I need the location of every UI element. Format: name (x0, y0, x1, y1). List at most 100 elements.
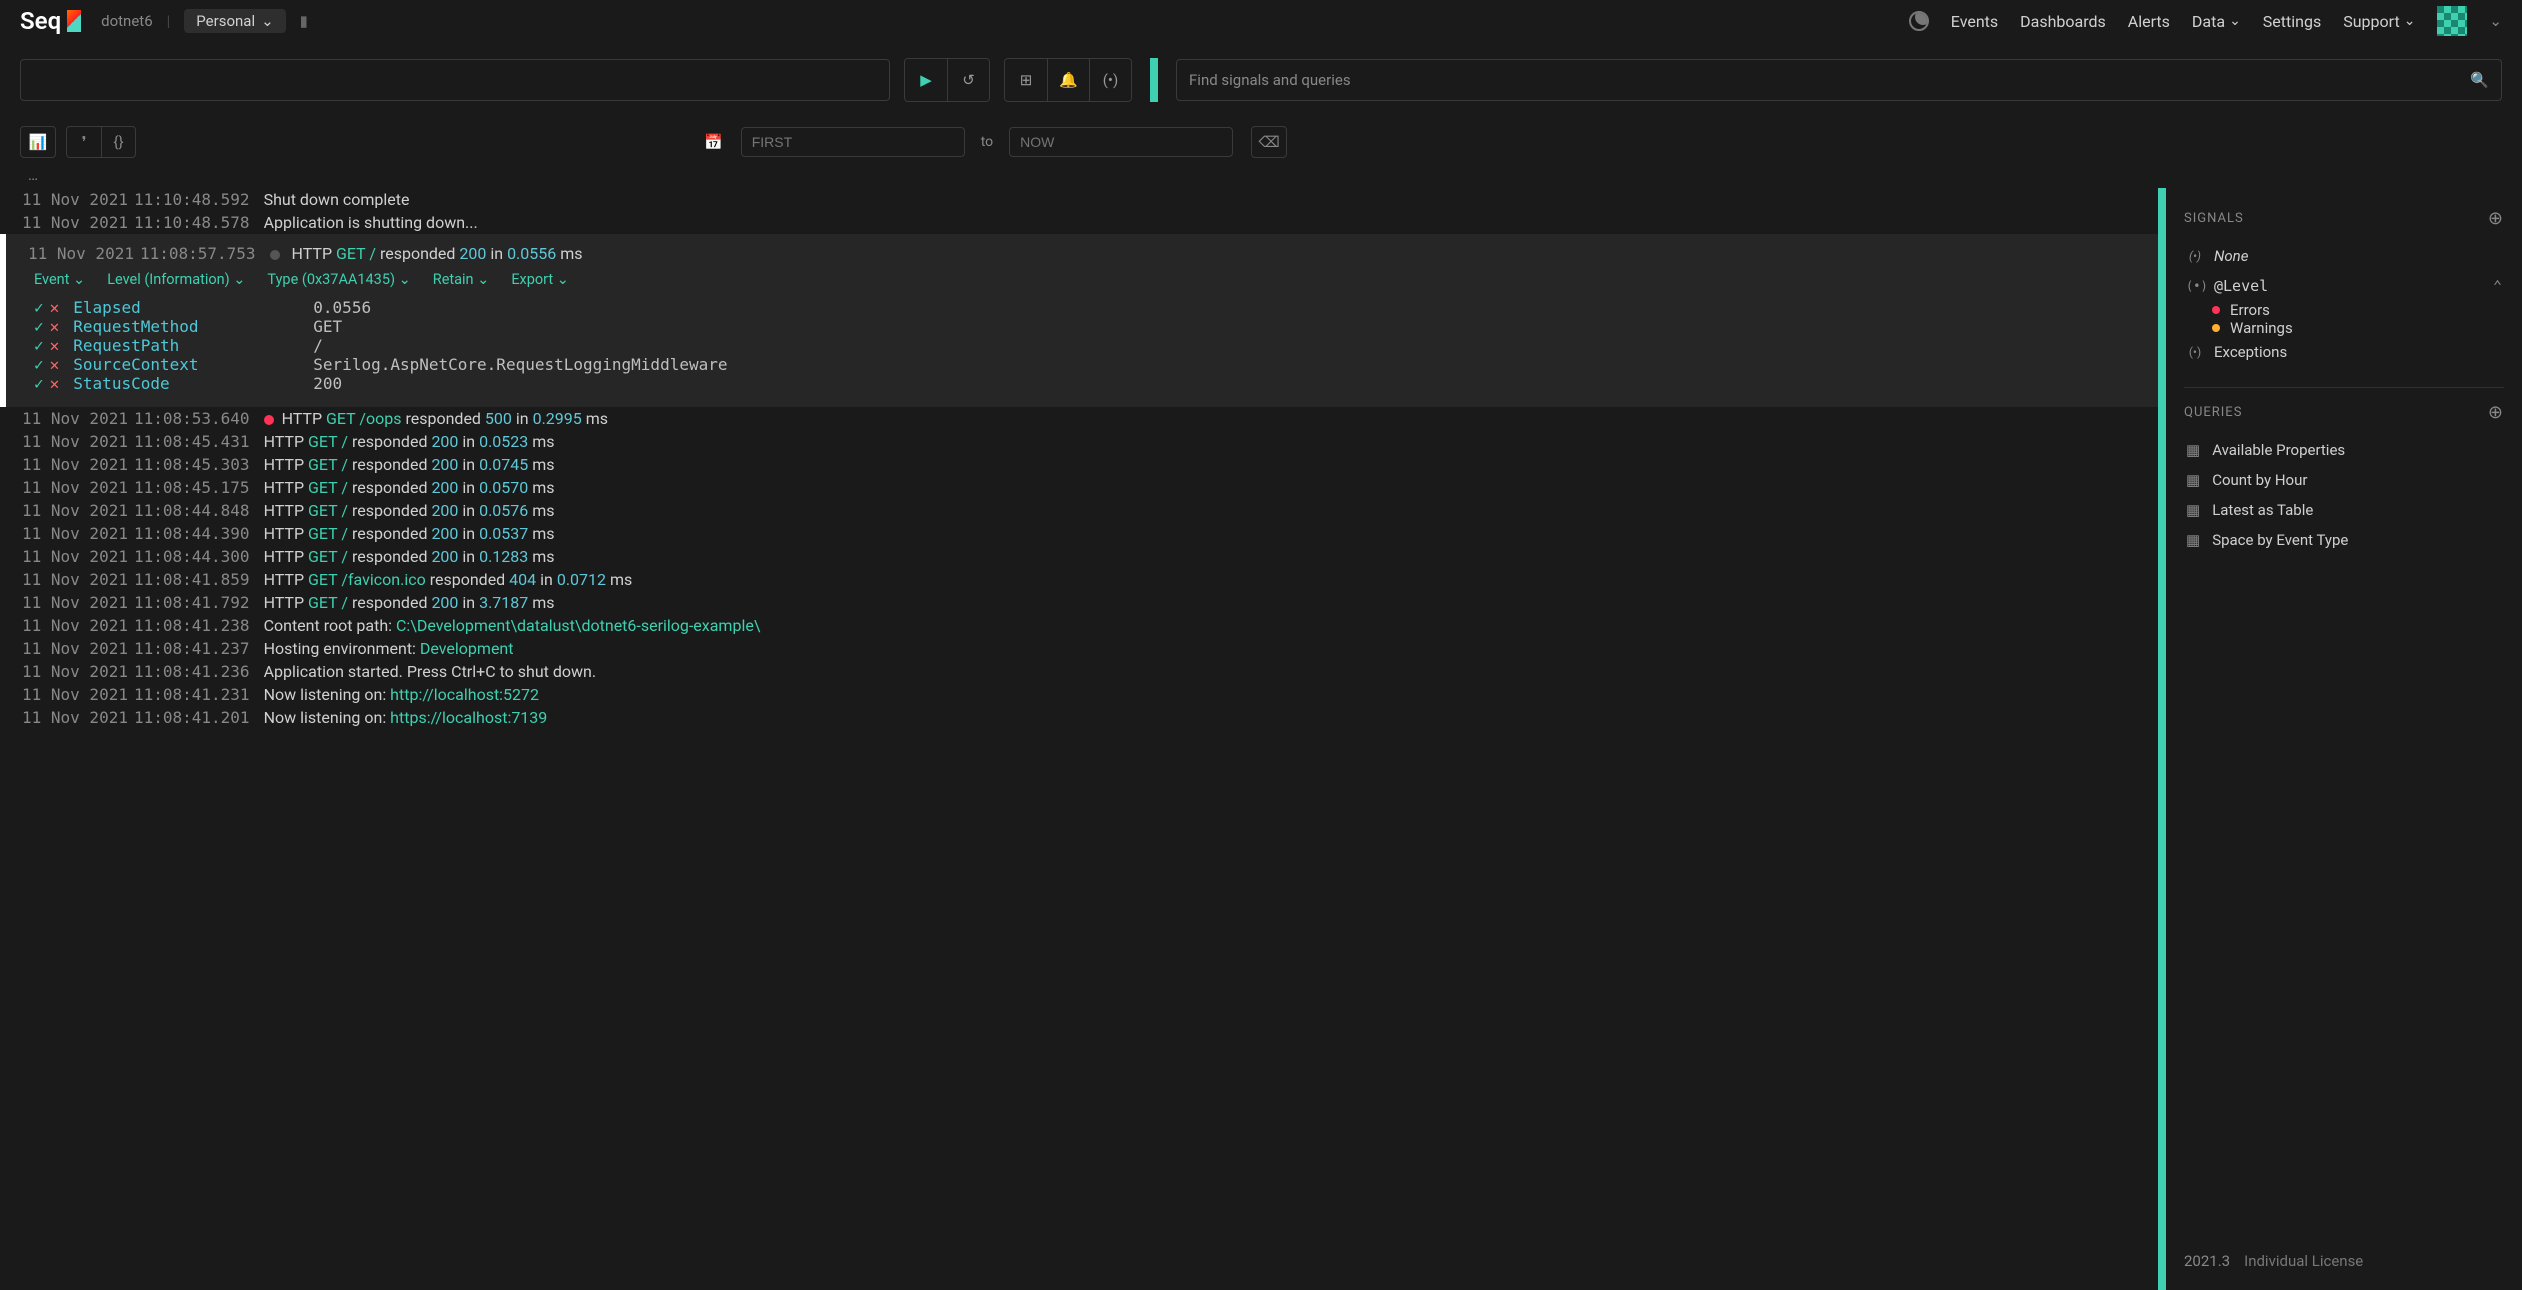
table-icon: ▦ (2186, 471, 2200, 489)
brand-logo[interactable]: Seq (20, 7, 81, 35)
nav-support[interactable]: Support (2343, 12, 2415, 31)
exclude-icon[interactable]: ✕ (50, 374, 60, 393)
braces-icon[interactable]: {} (101, 127, 135, 157)
event-row[interactable]: 11 Nov 202111:08:53.640 HTTP GET /oops r… (0, 407, 2158, 430)
nav-alerts[interactable]: Alerts (2128, 12, 2170, 31)
event-row[interactable]: 11 Nov 202111:10:48.592 Shut down comple… (0, 188, 2158, 211)
include-icon[interactable]: ✓ (34, 374, 44, 393)
event-menu: Event ⌄ Level (Information) ⌄ Type (0x37AA… (28, 265, 2136, 298)
event-row[interactable]: 11 Nov 202111:08:41.859 HTTP GET /favico… (0, 568, 2158, 591)
signal-none[interactable]: (•) None (2184, 241, 2504, 271)
search-icon: 🔍 (2470, 71, 2489, 89)
signal-warnings[interactable]: Warnings (2184, 319, 2504, 337)
event-timestamp: 11 Nov 202111:08:41.231 (22, 685, 250, 704)
avatar[interactable] (2437, 6, 2467, 36)
date-to-input[interactable] (1009, 127, 1233, 157)
workspace-selector[interactable]: Personal ⌄ (184, 9, 285, 33)
theme-toggle-icon[interactable] (1909, 11, 1929, 31)
event-timestamp: 11 Nov 202111:08:41.236 (22, 662, 250, 681)
event-timestamp: 11 Nov 202111:08:41.238 (22, 616, 250, 635)
signals-search[interactable]: Find signals and queries 🔍 (1176, 59, 2502, 101)
clear-date-icon[interactable]: ⌫ (1252, 127, 1286, 157)
chart-icon[interactable]: 📊 (21, 127, 55, 157)
property-value: Serilog.AspNetCore.RequestLoggingMiddlew… (313, 355, 727, 374)
include-icon[interactable]: ✓ (34, 298, 44, 317)
event-menu-retain[interactable]: Retain ⌄ (433, 271, 490, 288)
event-row[interactable]: 11 Nov 202111:08:45.175 HTTP GET / respo… (0, 476, 2158, 499)
property-row[interactable]: ✓ ✕ StatusCode 200 (34, 374, 2136, 393)
add-panel-icon[interactable]: ⊞ (1005, 59, 1047, 101)
calendar-icon[interactable]: 📅 (704, 133, 723, 151)
exclude-icon[interactable]: ✕ (50, 355, 60, 374)
chevron-up-icon: ⌃ (2493, 277, 2502, 295)
event-menu-export[interactable]: Export ⌄ (511, 271, 569, 288)
property-value: 200 (313, 374, 342, 393)
run-button[interactable]: ▶ (905, 59, 947, 101)
event-row[interactable]: 11 Nov 202111:08:57.753 HTTP GET / respo… (28, 242, 2136, 265)
bookmark-icon[interactable]: ▮ (300, 12, 308, 30)
query-item[interactable]: ▦Available Properties (2184, 435, 2504, 465)
query-item[interactable]: ▦Space by Event Type (2184, 525, 2504, 555)
include-icon[interactable]: ✓ (34, 336, 44, 355)
event-row[interactable]: 11 Nov 202111:08:41.237 Hosting environm… (0, 637, 2158, 660)
nav-dashboards[interactable]: Dashboards (2020, 12, 2106, 31)
property-row[interactable]: ✓ ✕ Elapsed 0.0556 (34, 298, 2136, 317)
event-row[interactable]: 11 Nov 202111:08:44.848 HTTP GET / respo… (0, 499, 2158, 522)
event-message: Hosting environment: Development (264, 639, 2136, 658)
refresh-icon[interactable]: ↺ (947, 59, 989, 101)
event-row[interactable]: 11 Nov 202111:08:41.231 Now listening on… (0, 683, 2158, 706)
event-menu-type[interactable]: Type (0x37AA1435) ⌄ (267, 271, 410, 288)
event-row[interactable]: 11 Nov 202111:08:44.300 HTTP GET / respo… (0, 545, 2158, 568)
status-dot-icon (270, 250, 280, 260)
event-row[interactable]: 11 Nov 202111:08:45.303 HTTP GET / respo… (0, 453, 2158, 476)
date-from-input[interactable] (741, 127, 965, 157)
include-icon[interactable]: ✓ (34, 317, 44, 336)
project-link[interactable]: dotnet6 (101, 12, 153, 30)
broadcast-icon[interactable]: (•) (1089, 59, 1131, 101)
expanded-event: 11 Nov 202111:08:57.753 HTTP GET / respo… (0, 234, 2158, 407)
add-signal-icon[interactable]: ⊕ (2488, 208, 2504, 229)
signal-warnings-label: Warnings (2230, 319, 2293, 337)
ellipsis-label: … (22, 162, 44, 188)
add-query-icon[interactable]: ⊕ (2488, 402, 2504, 423)
event-message: HTTP GET / responded 200 in 0.0556 ms (270, 244, 2136, 263)
property-value: GET (313, 317, 342, 336)
event-row[interactable]: 11 Nov 202111:08:41.236 Application star… (0, 660, 2158, 683)
event-row[interactable]: 11 Nov 202111:08:41.238 Content root pat… (0, 614, 2158, 637)
query-item[interactable]: ▦ Count by Hour (2184, 465, 2504, 495)
event-row[interactable]: 11 Nov 202111:08:41.792 HTTP GET / respo… (0, 591, 2158, 614)
query-item-label: Count by Hour (2212, 471, 2307, 489)
alert-icon[interactable]: 🔔 (1047, 59, 1089, 101)
event-message: Content root path: C:\Development\datalu… (264, 616, 2136, 635)
nav-data[interactable]: Data (2192, 12, 2241, 31)
event-row[interactable]: 11 Nov 202111:10:48.578 Application is s… (0, 211, 2158, 234)
event-menu-event[interactable]: Event ⌄ (34, 271, 85, 288)
exclude-icon[interactable]: ✕ (50, 336, 60, 355)
event-message: HTTP GET / responded 200 in 0.0576 ms (264, 501, 2136, 520)
include-icon[interactable]: ✓ (34, 355, 44, 374)
signal-level[interactable]: (•) @Level ⌃ (2184, 271, 2504, 301)
query-input[interactable] (20, 59, 890, 101)
signal-errors[interactable]: Errors (2184, 301, 2504, 319)
user-menu-chevron-icon[interactable]: ⌄ (2489, 12, 2502, 30)
nav-settings[interactable]: Settings (2263, 12, 2321, 31)
event-timestamp: 11 Nov 202111:10:48.578 (22, 213, 250, 232)
event-message: HTTP GET / responded 200 in 0.0523 ms (264, 432, 2136, 451)
property-row[interactable]: ✓ ✕ SourceContext Serilog.AspNetCore.Req… (34, 355, 2136, 374)
property-key: SourceContext (73, 355, 299, 374)
event-timestamp: 11 Nov 202111:08:41.859 (22, 570, 250, 589)
property-row[interactable]: ✓ ✕ RequestMethod GET (34, 317, 2136, 336)
event-menu-level[interactable]: Level (Information) ⌄ (107, 271, 245, 288)
exclude-icon[interactable]: ✕ (50, 317, 60, 336)
quote-icon[interactable]: ❜ (67, 127, 101, 157)
query-item-label: Latest as Table (2212, 501, 2313, 519)
signal-exceptions[interactable]: (•) Exceptions (2184, 337, 2504, 367)
event-row[interactable]: 11 Nov 202111:08:41.201 Now listening on… (0, 706, 2158, 729)
exclude-icon[interactable]: ✕ (50, 298, 60, 317)
property-row[interactable]: ✓ ✕ RequestPath / (34, 336, 2136, 355)
nav-divider: | (167, 12, 171, 30)
event-row[interactable]: 11 Nov 202111:08:44.390 HTTP GET / respo… (0, 522, 2158, 545)
event-row[interactable]: 11 Nov 202111:08:45.431 HTTP GET / respo… (0, 430, 2158, 453)
query-item[interactable]: ▦Latest as Table (2184, 495, 2504, 525)
nav-events[interactable]: Events (1951, 12, 1998, 31)
